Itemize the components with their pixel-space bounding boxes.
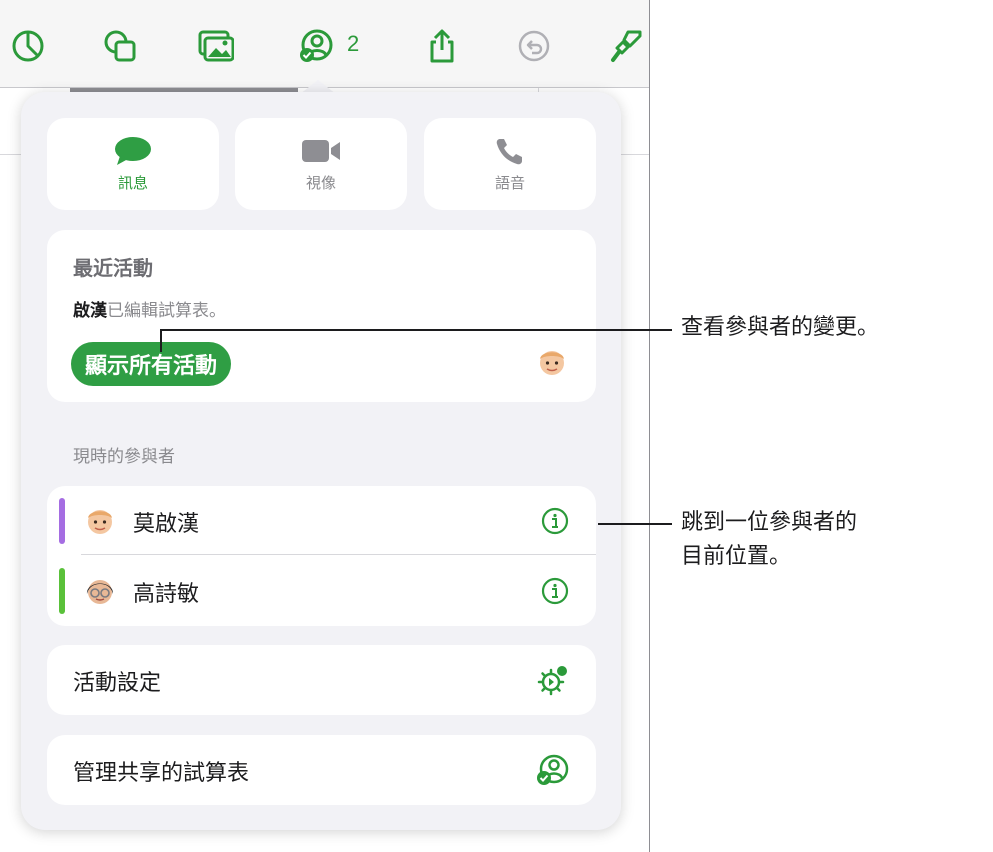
- avatar: [88, 510, 112, 534]
- voice-label: 語音: [494, 173, 525, 192]
- participant-color-bar: [59, 568, 65, 614]
- activity-description: 啟漢已編輯試算表。: [73, 296, 226, 321]
- collaborate-icon: [537, 754, 569, 785]
- participants-heading: 現時的參與者: [73, 447, 175, 467]
- avatar: [540, 351, 564, 375]
- video-label: 視像: [305, 173, 336, 192]
- participant-name[interactable]: 莫啟漢: [133, 506, 199, 538]
- video-icon: [301, 136, 341, 166]
- callout-leader: [160, 329, 672, 331]
- callout-leader: [160, 330, 162, 352]
- collaborate-icon[interactable]: [296, 26, 336, 66]
- info-icon[interactable]: [541, 507, 569, 535]
- callout-view-changes: 查看參與者的變更。: [681, 315, 880, 340]
- participant-color-bar: [59, 498, 65, 544]
- info-icon[interactable]: [541, 577, 569, 605]
- callout-jump-line1: 跳到一位參與者的: [681, 510, 858, 535]
- share-icon[interactable]: [422, 26, 462, 66]
- paintbrush-icon[interactable]: [606, 26, 646, 66]
- editor-name: 啟漢: [73, 301, 107, 321]
- toolbar: 2: [0, 0, 649, 88]
- message-label: 訊息: [117, 173, 148, 192]
- recent-activity-card: 最近活動 啟漢已編輯試算表。 顯示所有活動: [47, 230, 596, 402]
- avatar: [86, 580, 114, 604]
- manage-shared-row[interactable]: 管理共享的試算表: [47, 735, 596, 805]
- collaborator-count: 2: [347, 31, 360, 56]
- show-all-activity-button[interactable]: 顯示所有活動: [71, 342, 232, 386]
- collaboration-popover: 訊息 視像 語音 最近活動 啟漢已編輯試算表。 顯示所有活動 現時的參與者 莫啟…: [21, 92, 621, 830]
- row-divider: [81, 554, 596, 555]
- show-all-label: 顯示所有活動: [85, 354, 218, 379]
- edit-text: 已編輯試算表。: [107, 301, 226, 321]
- participants-card: 莫啟漢 高詩敏: [47, 486, 596, 626]
- message-button[interactable]: 訊息: [47, 118, 219, 210]
- activity-settings-row[interactable]: 活動設定: [47, 645, 596, 715]
- callout-leader: [598, 523, 672, 525]
- ipad-screen: 2 訊息 視像 語音 最近活動 啟漢已編輯試算表。 顯示所有活動 現時的參與者 …: [0, 0, 650, 852]
- media-icon[interactable]: [196, 26, 236, 66]
- shapes-icon[interactable]: [100, 26, 140, 66]
- activity-settings-label: 活動設定: [73, 671, 162, 696]
- manage-shared-label: 管理共享的試算表: [73, 761, 250, 786]
- video-button[interactable]: 視像: [235, 118, 407, 210]
- activity-settings-icon: [537, 666, 567, 696]
- participant-name[interactable]: 高詩敏: [133, 576, 199, 608]
- message-icon: [113, 136, 153, 166]
- voice-button[interactable]: 語音: [424, 118, 596, 210]
- recent-activity-title: 最近活動: [73, 256, 153, 280]
- format-icon[interactable]: [8, 26, 48, 66]
- phone-icon: [490, 136, 530, 166]
- callout-jump-line2: 目前位置。: [681, 544, 792, 569]
- undo-icon[interactable]: [514, 26, 554, 66]
